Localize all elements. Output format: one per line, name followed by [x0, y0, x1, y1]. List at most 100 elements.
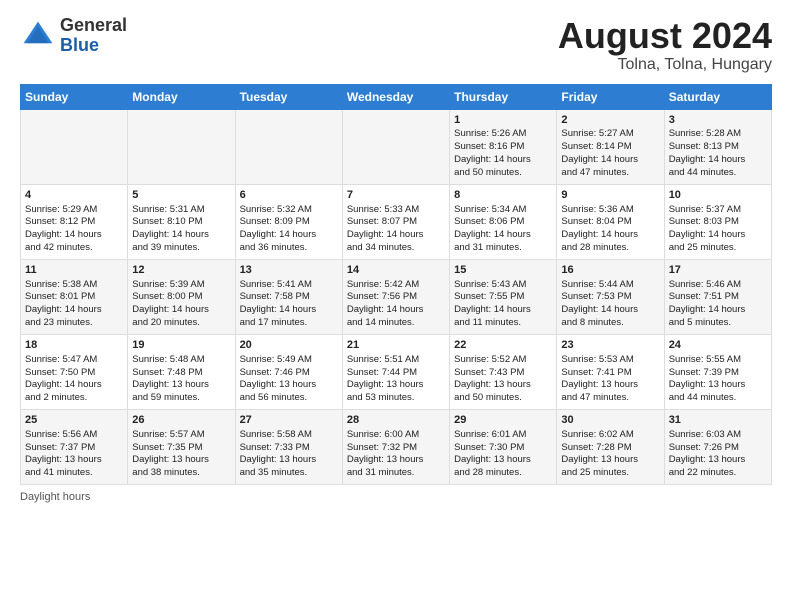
day-number: 18: [25, 338, 123, 353]
day-info: Sunset: 8:10 PM: [132, 216, 230, 229]
day-info: Daylight: 14 hours: [25, 304, 123, 317]
day-info: Sunrise: 5:26 AM: [454, 128, 552, 141]
day-info: Daylight: 14 hours: [240, 304, 338, 317]
day-cell: 21Sunrise: 5:51 AMSunset: 7:44 PMDayligh…: [342, 334, 449, 409]
day-number: 7: [347, 188, 445, 203]
day-info: Sunrise: 5:51 AM: [347, 354, 445, 367]
day-number: 19: [132, 338, 230, 353]
day-number: 11: [25, 263, 123, 278]
day-info: Sunrise: 5:38 AM: [25, 279, 123, 292]
day-info: Sunrise: 5:46 AM: [669, 279, 767, 292]
day-info: and 8 minutes.: [561, 317, 659, 330]
day-info: and 25 minutes.: [561, 467, 659, 480]
day-info: Sunrise: 6:00 AM: [347, 429, 445, 442]
day-info: Sunset: 7:53 PM: [561, 291, 659, 304]
day-info: Sunrise: 6:03 AM: [669, 429, 767, 442]
day-info: and 47 minutes.: [561, 392, 659, 405]
day-cell: 11Sunrise: 5:38 AMSunset: 8:01 PMDayligh…: [21, 259, 128, 334]
day-info: Sunrise: 5:57 AM: [132, 429, 230, 442]
header-cell-wednesday: Wednesday: [342, 84, 449, 109]
day-number: 30: [561, 413, 659, 428]
day-info: Sunrise: 5:58 AM: [240, 429, 338, 442]
day-info: and 31 minutes.: [347, 467, 445, 480]
day-info: Daylight: 13 hours: [240, 454, 338, 467]
day-number: 2: [561, 113, 659, 128]
day-cell: 29Sunrise: 6:01 AMSunset: 7:30 PMDayligh…: [450, 409, 557, 484]
day-cell: 17Sunrise: 5:46 AMSunset: 7:51 PMDayligh…: [664, 259, 771, 334]
day-info: Sunset: 8:12 PM: [25, 216, 123, 229]
day-number: 26: [132, 413, 230, 428]
day-cell: 23Sunrise: 5:53 AMSunset: 7:41 PMDayligh…: [557, 334, 664, 409]
header-cell-tuesday: Tuesday: [235, 84, 342, 109]
calendar-header: SundayMondayTuesdayWednesdayThursdayFrid…: [21, 84, 772, 109]
day-cell: [21, 109, 128, 184]
day-info: Sunset: 8:07 PM: [347, 216, 445, 229]
day-info: Sunset: 8:09 PM: [240, 216, 338, 229]
day-info: Sunset: 7:44 PM: [347, 367, 445, 380]
day-cell: 6Sunrise: 5:32 AMSunset: 8:09 PMDaylight…: [235, 184, 342, 259]
day-info: and 39 minutes.: [132, 242, 230, 255]
day-number: 12: [132, 263, 230, 278]
day-info: Sunset: 8:16 PM: [454, 141, 552, 154]
day-info: and 34 minutes.: [347, 242, 445, 255]
day-info: Sunset: 7:46 PM: [240, 367, 338, 380]
day-cell: 22Sunrise: 5:52 AMSunset: 7:43 PMDayligh…: [450, 334, 557, 409]
day-info: Sunset: 7:43 PM: [454, 367, 552, 380]
day-info: Daylight: 14 hours: [454, 154, 552, 167]
day-cell: 18Sunrise: 5:47 AMSunset: 7:50 PMDayligh…: [21, 334, 128, 409]
day-info: Sunrise: 5:44 AM: [561, 279, 659, 292]
day-number: 5: [132, 188, 230, 203]
day-cell: 9Sunrise: 5:36 AMSunset: 8:04 PMDaylight…: [557, 184, 664, 259]
day-number: 3: [669, 113, 767, 128]
day-info: Daylight: 14 hours: [240, 229, 338, 242]
day-cell: 2Sunrise: 5:27 AMSunset: 8:14 PMDaylight…: [557, 109, 664, 184]
day-info: Sunset: 8:14 PM: [561, 141, 659, 154]
day-info: and 28 minutes.: [454, 467, 552, 480]
day-number: 1: [454, 113, 552, 128]
day-info: Sunrise: 5:34 AM: [454, 204, 552, 217]
day-info: Sunrise: 5:42 AM: [347, 279, 445, 292]
day-number: 24: [669, 338, 767, 353]
day-number: 10: [669, 188, 767, 203]
day-info: and 20 minutes.: [132, 317, 230, 330]
day-info: Sunset: 7:28 PM: [561, 442, 659, 455]
calendar-table: SundayMondayTuesdayWednesdayThursdayFrid…: [20, 84, 772, 485]
day-number: 13: [240, 263, 338, 278]
day-info: and 38 minutes.: [132, 467, 230, 480]
day-info: Daylight: 13 hours: [669, 454, 767, 467]
day-info: Daylight: 14 hours: [454, 229, 552, 242]
day-info: Sunrise: 5:56 AM: [25, 429, 123, 442]
day-info: Sunrise: 5:31 AM: [132, 204, 230, 217]
day-info: Daylight: 13 hours: [561, 454, 659, 467]
day-info: and 53 minutes.: [347, 392, 445, 405]
week-row-2: 4Sunrise: 5:29 AMSunset: 8:12 PMDaylight…: [21, 184, 772, 259]
day-cell: [128, 109, 235, 184]
day-info: Sunrise: 5:33 AM: [347, 204, 445, 217]
day-info: Sunrise: 5:48 AM: [132, 354, 230, 367]
header-cell-sunday: Sunday: [21, 84, 128, 109]
logo-text: General Blue: [60, 16, 127, 56]
day-info: Sunrise: 6:01 AM: [454, 429, 552, 442]
day-info: Sunset: 7:37 PM: [25, 442, 123, 455]
day-info: Sunrise: 5:49 AM: [240, 354, 338, 367]
day-info: and 11 minutes.: [454, 317, 552, 330]
day-info: Sunrise: 5:43 AM: [454, 279, 552, 292]
day-info: Sunset: 8:03 PM: [669, 216, 767, 229]
day-cell: 20Sunrise: 5:49 AMSunset: 7:46 PMDayligh…: [235, 334, 342, 409]
day-number: 27: [240, 413, 338, 428]
day-cell: 24Sunrise: 5:55 AMSunset: 7:39 PMDayligh…: [664, 334, 771, 409]
day-info: and 47 minutes.: [561, 167, 659, 180]
day-info: Sunrise: 5:36 AM: [561, 204, 659, 217]
day-info: Daylight: 14 hours: [561, 154, 659, 167]
day-info: Sunset: 8:00 PM: [132, 291, 230, 304]
day-info: Sunrise: 5:52 AM: [454, 354, 552, 367]
day-info: and 36 minutes.: [240, 242, 338, 255]
day-info: and 50 minutes.: [454, 392, 552, 405]
day-cell: 31Sunrise: 6:03 AMSunset: 7:26 PMDayligh…: [664, 409, 771, 484]
day-info: Daylight: 14 hours: [669, 154, 767, 167]
day-info: and 44 minutes.: [669, 392, 767, 405]
day-info: Daylight: 14 hours: [347, 304, 445, 317]
day-cell: 4Sunrise: 5:29 AMSunset: 8:12 PMDaylight…: [21, 184, 128, 259]
day-cell: 26Sunrise: 5:57 AMSunset: 7:35 PMDayligh…: [128, 409, 235, 484]
day-cell: 12Sunrise: 5:39 AMSunset: 8:00 PMDayligh…: [128, 259, 235, 334]
